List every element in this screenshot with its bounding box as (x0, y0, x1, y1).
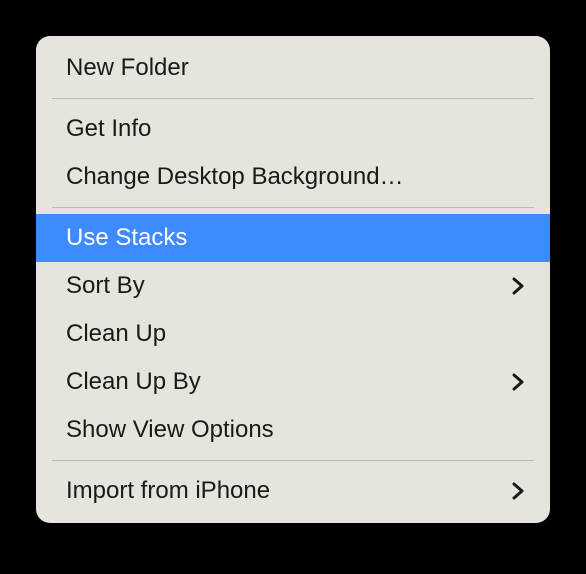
separator (52, 98, 534, 99)
menu-item-get-info[interactable]: Get Info (36, 105, 550, 153)
menu-item-label: Clean Up (66, 318, 166, 350)
menu-item-use-stacks[interactable]: Use Stacks (36, 214, 550, 262)
menu-item-label: Change Desktop Background… (66, 161, 404, 193)
menu-item-label: Sort By (66, 270, 145, 302)
menu-item-label: Use Stacks (66, 222, 187, 254)
stage: New Folder Get Info Change Desktop Backg… (0, 0, 586, 574)
menu-item-import-from-iphone[interactable]: Import from iPhone (36, 467, 550, 515)
menu-item-clean-up-by[interactable]: Clean Up By (36, 358, 550, 406)
menu-item-show-view-options[interactable]: Show View Options (36, 406, 550, 454)
chevron-right-icon (512, 373, 524, 391)
context-menu: New Folder Get Info Change Desktop Backg… (36, 36, 550, 523)
menu-item-label: Import from iPhone (66, 475, 270, 507)
separator (52, 207, 534, 208)
menu-item-label: New Folder (66, 52, 189, 84)
menu-item-clean-up[interactable]: Clean Up (36, 310, 550, 358)
menu-item-new-folder[interactable]: New Folder (36, 44, 550, 92)
menu-item-label: Show View Options (66, 414, 274, 446)
menu-item-sort-by[interactable]: Sort By (36, 262, 550, 310)
menu-item-label: Get Info (66, 113, 151, 145)
separator (52, 460, 534, 461)
chevron-right-icon (512, 482, 524, 500)
chevron-right-icon (512, 277, 524, 295)
menu-item-change-desktop-bg[interactable]: Change Desktop Background… (36, 153, 550, 201)
menu-item-label: Clean Up By (66, 366, 201, 398)
